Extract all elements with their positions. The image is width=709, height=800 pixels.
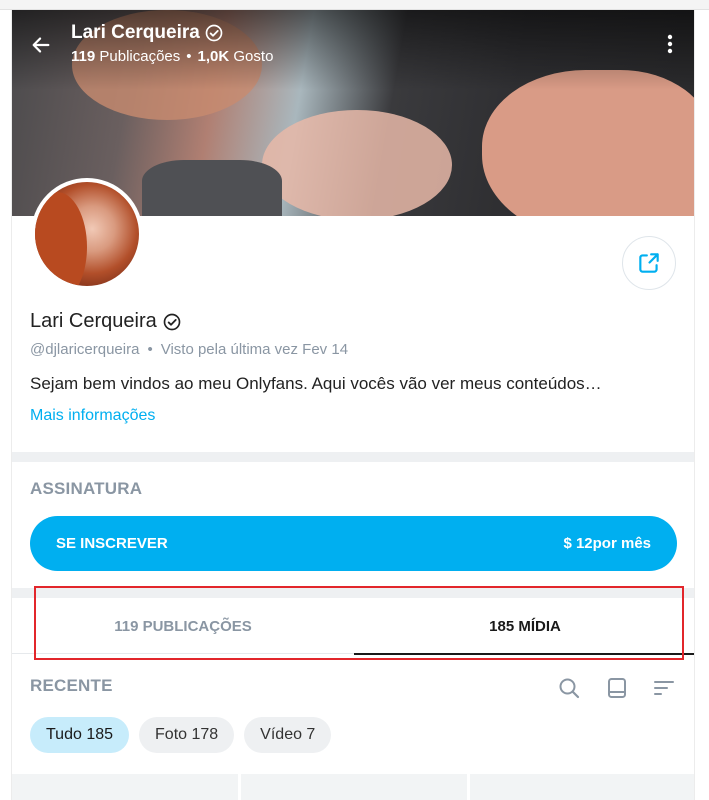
page: Lari Cerqueira 119 Publicações • 1,0K Go… xyxy=(0,0,709,800)
search-icon xyxy=(559,678,580,699)
meta-separator: • xyxy=(147,341,153,358)
recent-label: RECENTE xyxy=(30,676,113,695)
likes-label: Gosto xyxy=(233,48,274,65)
verified-badge-icon xyxy=(205,24,223,42)
share-icon xyxy=(639,253,659,273)
filter-photo-chip[interactable]: Foto 178 xyxy=(139,717,235,753)
profile-name: Lari Cerqueira xyxy=(30,310,182,333)
likes-count: 1,0K xyxy=(197,48,230,65)
verified-badge-icon xyxy=(163,313,181,330)
subscribe-label: SE INSCREVER xyxy=(56,535,168,552)
subscribe-button[interactable]: SE INSCREVER $ 12por mês xyxy=(30,516,677,571)
profile-tabs: 119 PUBLICAÇÕES 185 MÍDIA xyxy=(12,598,694,655)
media-thumbnail[interactable] xyxy=(241,774,467,800)
profile-bio: Sejam bem vindos ao meu Onlyfans. Aqui v… xyxy=(30,374,602,393)
arrow-left-icon xyxy=(32,37,50,53)
tab-posts[interactable]: 119 PUBLICAÇÕES xyxy=(12,598,354,654)
media-grid xyxy=(12,774,694,800)
sort-button[interactable] xyxy=(650,674,678,702)
header-title: Lari Cerqueira xyxy=(71,22,224,44)
layout-button[interactable] xyxy=(603,674,631,702)
last-seen: Visto pela última vez Fev 14 xyxy=(160,341,349,358)
sort-icon xyxy=(654,681,674,695)
more-options-button[interactable] xyxy=(658,32,682,56)
filter-video-chip[interactable]: Vídeo 7 xyxy=(244,717,332,753)
subscription-label: ASSINATURA xyxy=(30,479,143,498)
tab-media[interactable]: 185 MÍDIA xyxy=(354,598,694,655)
search-button[interactable] xyxy=(555,674,583,702)
profile-meta: @djlaricerqueira • Visto pela última vez… xyxy=(30,341,348,358)
header-stats: 119 Publicações • 1,0K Gosto xyxy=(71,48,273,65)
media-filters: Tudo 185 Foto 178 Vídeo 7 xyxy=(30,717,332,753)
subscribe-price: $ 12por mês xyxy=(563,535,651,552)
header-name: Lari Cerqueira xyxy=(71,22,200,43)
profile-handle: @djlaricerqueira xyxy=(30,341,140,358)
grid-layout-icon xyxy=(608,678,626,698)
more-info-link[interactable]: Mais informações xyxy=(30,407,155,425)
posts-label: Publicações xyxy=(99,48,181,65)
media-thumbnail[interactable] xyxy=(470,774,694,800)
profile-frame: Lari Cerqueira 119 Publicações • 1,0K Go… xyxy=(11,10,695,800)
media-thumbnail[interactable] xyxy=(12,774,238,800)
section-divider xyxy=(12,588,694,598)
share-button[interactable] xyxy=(622,236,676,290)
browser-top-strip xyxy=(0,0,709,10)
stats-separator: • xyxy=(186,48,192,65)
more-vertical-icon xyxy=(667,34,673,54)
posts-count: 119 xyxy=(71,48,96,65)
back-button[interactable] xyxy=(26,30,56,60)
profile-name-text: Lari Cerqueira xyxy=(30,310,157,332)
avatar[interactable] xyxy=(31,178,143,290)
filter-all-chip[interactable]: Tudo 185 xyxy=(30,717,130,753)
section-divider xyxy=(12,452,694,462)
